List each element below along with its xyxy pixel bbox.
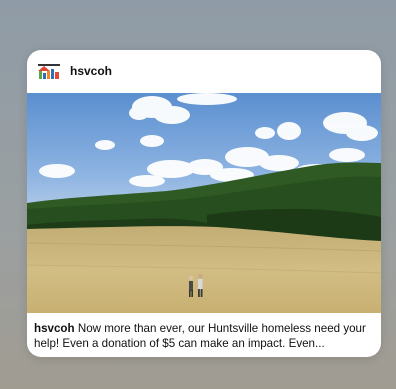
post-card[interactable]: hsvcoh hsvcoh Now more than ever, our Hu… <box>27 50 381 357</box>
post-caption: hsvcoh Now more than ever, our Huntsvill… <box>34 321 376 351</box>
caption-username[interactable]: hsvcoh <box>34 322 75 335</box>
caption-text: Now more than ever, our Huntsville homel… <box>34 322 366 350</box>
post-header: hsvcoh <box>27 50 381 93</box>
post-username[interactable]: hsvcoh <box>70 64 112 78</box>
hsvcoh-logo-icon[interactable] <box>37 63 61 81</box>
post-image[interactable] <box>27 93 381 313</box>
